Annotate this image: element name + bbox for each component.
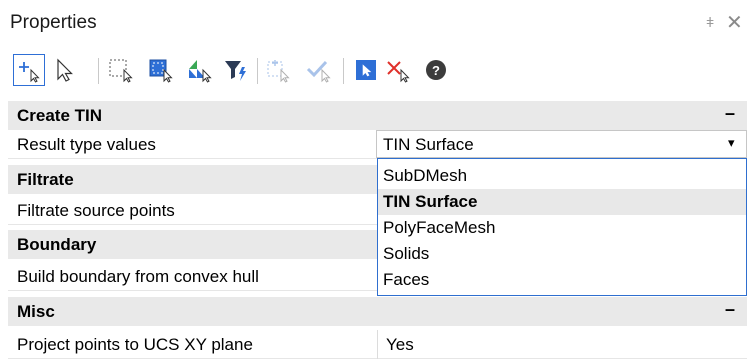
combobox-value: TIN Surface [383,135,474,154]
check-disabled-button[interactable] [305,54,337,86]
dropdown-option-tin-surface[interactable]: TIN Surface [378,189,746,215]
deselect-button[interactable] [384,54,416,86]
svg-text:?: ? [432,63,440,78]
dropdown-option-solids[interactable]: Solids [378,241,746,267]
toolbar-separator [257,58,258,84]
select-window-button[interactable] [106,54,138,86]
pick-blue-icon [356,60,376,80]
select-disabled-button[interactable] [264,54,296,86]
collapse-icon[interactable]: – [725,103,735,124]
result-type-combobox[interactable]: TIN Surface ▾ [376,130,747,158]
pin-icon[interactable]: ǂ [706,14,714,30]
select-region-button[interactable] [185,54,217,86]
dropdown-option-polyfacemesh[interactable]: PolyFaceMesh [378,215,746,241]
toolbar-separator [343,58,344,84]
chevron-down-icon[interactable]: ▾ [728,135,735,151]
category-title: Boundary [17,235,97,254]
result-type-dropdown-list: SubDMesh TIN Surface PolyFaceMesh Solids… [377,158,747,296]
panel-title: Properties [10,12,97,33]
category-misc[interactable]: Misc – [8,297,747,326]
property-label: Project points to UCS XY plane [17,335,253,354]
close-icon[interactable]: ✕ [726,10,743,35]
select-button[interactable] [48,54,80,86]
select-disabled-icon [267,60,290,83]
category-title: Filtrate [17,170,74,189]
help-button[interactable]: ? [420,54,452,86]
pick-button[interactable] [350,54,382,86]
select-points-button[interactable] [146,54,178,86]
property-project-ucs[interactable]: Project points to UCS XY plane Yes [8,330,747,359]
property-label: Build boundary from convex hull [17,267,259,286]
collapse-icon[interactable]: – [725,299,735,320]
property-label: Filtrate source points [17,201,175,220]
dropdown-option-subdmesh[interactable]: SubDMesh [378,163,746,189]
property-label: Result type values [17,135,156,154]
dropdown-option-faces[interactable]: Faces [378,267,746,293]
select-arrow-icon [57,58,73,82]
filter-icon [225,61,246,81]
help-icon: ? [426,60,446,80]
select-window-icon [109,59,133,83]
column-divider [377,330,378,359]
property-value[interactable]: Yes [386,335,414,355]
check-disabled-icon [306,60,331,83]
category-title: Create TIN [17,106,103,125]
filter-button[interactable] [221,54,253,86]
panel-titlebar: Properties ǂ ✕ [0,0,747,44]
add-points-icon [19,62,40,83]
category-title: Misc [17,302,55,321]
category-create-tin[interactable]: Create TIN – [8,101,747,130]
add-points-button[interactable] [13,54,45,86]
select-green-blue-icon [189,60,212,83]
deselect-red-icon [387,61,410,83]
toolbar-separator [98,58,99,84]
select-points-blue-icon [149,59,173,83]
toolbar: ? [0,44,747,98]
